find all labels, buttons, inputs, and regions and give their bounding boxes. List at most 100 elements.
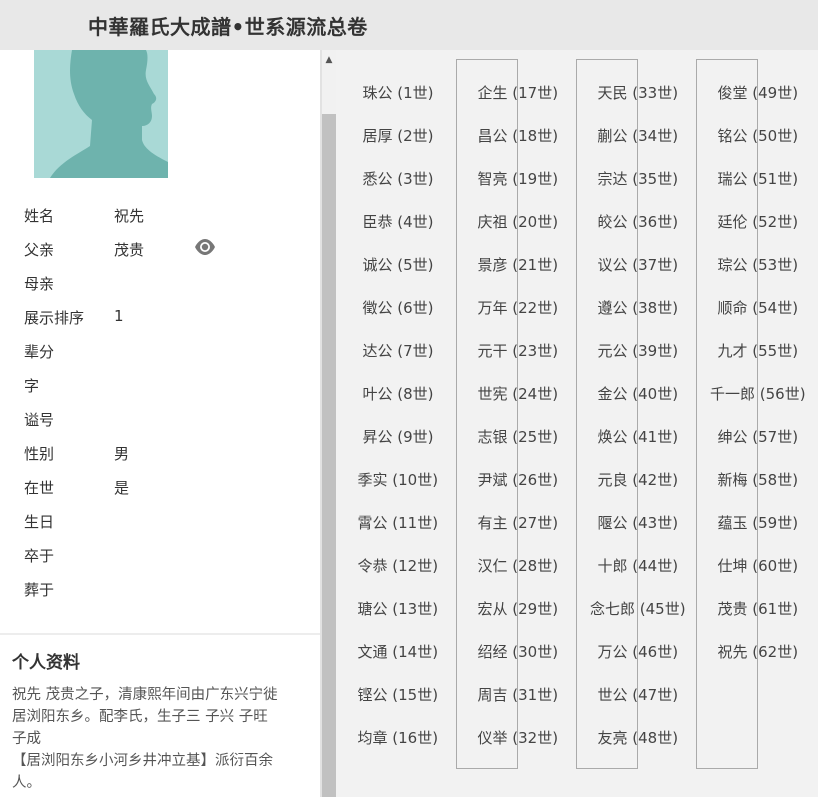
generation-node[interactable]: 万年 (22世) [478,297,559,318]
generation-node[interactable]: 绍经 (30世) [478,641,559,662]
generation-node[interactable]: 绅公 (57世) [718,426,799,447]
generation-node[interactable]: 均章 (16世) [358,727,439,748]
field-gender: 性别 男 [24,438,304,472]
generation-node[interactable]: 宗达 (35世) [598,168,679,189]
generation-node[interactable]: 元公 (39世) [598,340,679,361]
field-label: 展示排序 [24,309,85,327]
generation-node[interactable]: 周吉 (31世) [478,684,559,705]
field-value: 祝先 [114,207,145,225]
generation-node[interactable]: 铿公 (15世) [358,684,439,705]
generation-node[interactable]: 九才 (55世) [718,340,799,361]
generation-node[interactable]: 议公 (37世) [598,254,679,275]
generation-node[interactable]: 友亮 (48世) [598,727,679,748]
generation-node[interactable]: 隁公 (43世) [598,512,679,533]
field-generation-name: 辈分 [24,336,304,370]
generation-node[interactable]: 尹斌 (26世) [478,469,559,490]
field-value: 男 [114,445,130,463]
generation-node[interactable]: 臣恭 (4世) [363,211,434,232]
bio-line: 祝先 茂贵之子，清康熙年间由广东兴宁徙 [12,687,278,703]
field-value: 茂贵 [114,241,145,259]
generation-node[interactable]: 令恭 (12世) [358,555,439,576]
profile-bio: 祝先 茂贵之子，清康熙年间由广东兴宁徙 居浏阳东乡。配李氏，生子三 子兴 子旺 … [12,684,312,794]
generation-node[interactable]: 俊堂 (49世) [718,82,799,103]
generation-node[interactable]: 景彦 (21世) [478,254,559,275]
generation-node[interactable]: 祝先 (62世) [718,641,799,662]
generation-node[interactable]: 铭公 (50世) [718,125,799,146]
field-label: 谥号 [24,411,55,429]
generation-node[interactable]: 蒯公 (34世) [598,125,679,146]
scroll-up-arrow-icon[interactable]: ▲ [322,54,336,66]
field-label: 生日 [24,513,55,531]
generation-node[interactable]: 居厚 (2世) [363,125,434,146]
field-name: 姓名 祝先 [24,200,304,234]
field-order: 展示排序 1 [24,302,304,336]
generation-node[interactable]: 世公 (47世) [598,684,679,705]
generation-node[interactable]: 昌公 (18世) [478,125,559,146]
generation-node[interactable]: 昇公 (9世) [363,426,434,447]
generation-node[interactable]: 文通 (14世) [358,641,439,662]
generation-node[interactable]: 天民 (33世) [598,82,679,103]
generation-node[interactable]: 霄公 (11世) [358,512,439,533]
field-courtesy-name: 字 [24,370,304,404]
vertical-scrollbar[interactable]: ▲ [322,50,336,797]
generation-node[interactable]: 汉仁 (28世) [478,555,559,576]
generation-node[interactable]: 仪举 (32世) [478,727,559,748]
generation-node[interactable]: 琮公 (53世) [718,254,799,275]
page-header: 中華羅氏大成譜•世系源流总卷 [0,0,818,51]
generation-node[interactable]: 珠公 (1世) [363,82,434,103]
generation-node[interactable]: 瑞公 (51世) [718,168,799,189]
bio-line: 居浏阳东乡。配李氏，生子三 子兴 子旺 [12,709,268,725]
generation-node[interactable]: 志银 (25世) [478,426,559,447]
generation-node[interactable]: 金公 (40世) [598,383,679,404]
field-label: 辈分 [24,343,55,361]
field-value: 1 [114,307,124,325]
field-label: 性别 [24,445,55,463]
generation-node[interactable]: 千一郎 (56世) [710,383,806,404]
generation-node[interactable]: 瑭公 (13世) [358,598,439,619]
generation-node[interactable]: 万公 (46世) [598,641,679,662]
generation-node[interactable]: 悉公 (3世) [363,168,434,189]
field-label: 葬于 [24,581,55,599]
generation-node[interactable]: 世宪 (24世) [478,383,559,404]
field-death: 卒于 [24,540,304,574]
bio-line: 人。 [12,775,41,791]
field-father: 父亲 茂贵 [24,234,304,268]
generation-node[interactable]: 企生 (17世) [478,82,559,103]
generation-node[interactable]: 诚公 (5世) [363,254,434,275]
generation-node[interactable]: 念七郎 (45世) [590,598,686,619]
generation-node[interactable]: 智亮 (19世) [478,168,559,189]
field-value: 是 [114,479,130,497]
generation-node[interactable]: 元良 (42世) [598,469,679,490]
generation-node[interactable]: 季实 (10世) [358,469,439,490]
generation-node[interactable]: 元干 (23世) [478,340,559,361]
generation-node[interactable]: 茂贵 (61世) [718,598,799,619]
field-posthumous-name: 谥号 [24,404,304,438]
generation-node[interactable]: 仕坤 (60世) [718,555,799,576]
field-label: 在世 [24,479,55,497]
field-burial: 葬于 [24,574,304,608]
generation-node[interactable]: 新梅 (58世) [718,469,799,490]
generation-node[interactable]: 顺命 (54世) [718,297,799,318]
eye-icon[interactable] [194,238,216,256]
generation-node[interactable]: 徵公 (6世) [363,297,434,318]
section-divider [0,633,320,635]
generation-node[interactable]: 庆祖 (20世) [478,211,559,232]
bio-line: 【居浏阳东乡小河乡井冲立基】派衍百余 [12,753,273,769]
avatar [34,50,168,178]
bio-line: 子成 [12,731,41,747]
generation-node[interactable]: 叶公 (8世) [363,383,434,404]
generation-node[interactable]: 有主 (27世) [478,512,559,533]
generation-node[interactable]: 蕴玉 (59世) [718,512,799,533]
profile-section-title: 个人资料 [12,653,80,673]
scrollbar-thumb[interactable] [322,114,336,797]
generation-node[interactable]: 宏从 (29世) [478,598,559,619]
generation-node[interactable]: 遵公 (38世) [598,297,679,318]
generation-node[interactable]: 十郎 (44世) [598,555,679,576]
person-silhouette-icon [34,50,168,178]
generation-node[interactable]: 皎公 (36世) [598,211,679,232]
generation-node[interactable]: 焕公 (41世) [598,426,679,447]
generation-node[interactable]: 达公 (7世) [363,340,434,361]
field-birthday: 生日 [24,506,304,540]
field-label: 卒于 [24,547,55,565]
generation-node[interactable]: 廷伦 (52世) [718,211,799,232]
